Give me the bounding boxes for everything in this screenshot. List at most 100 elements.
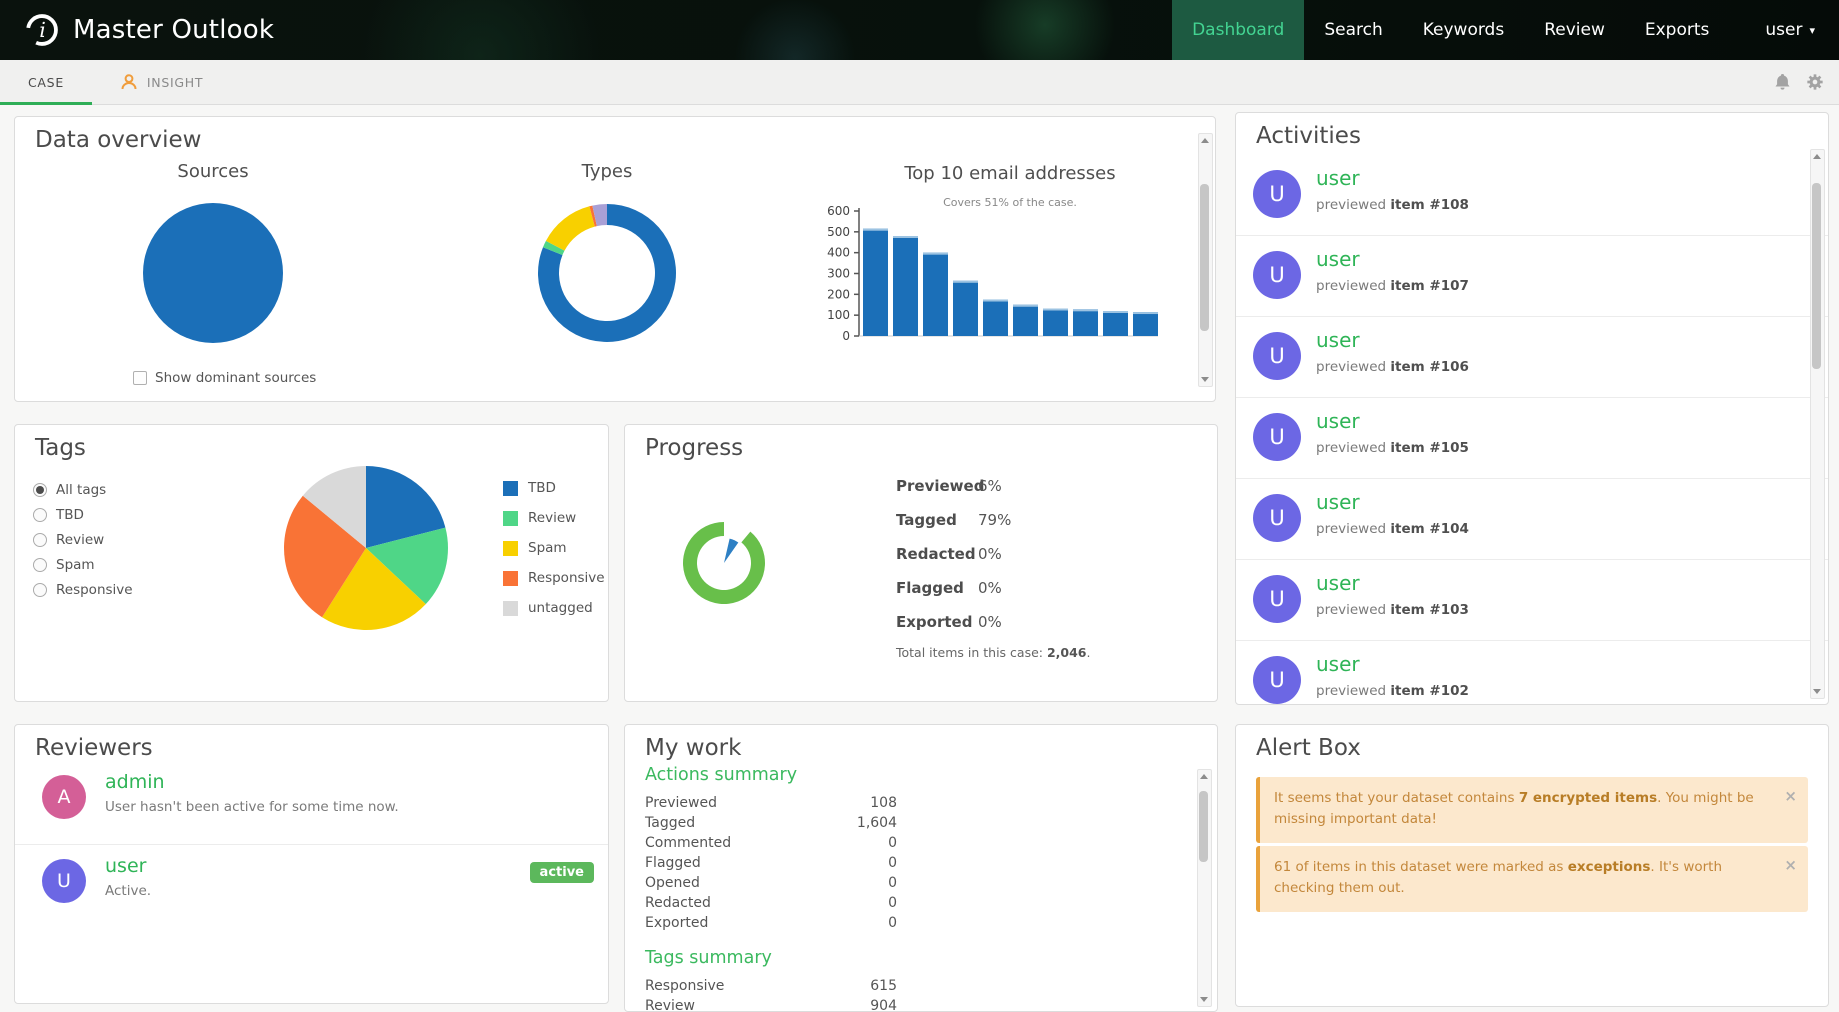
- summary-value: 0: [888, 913, 897, 933]
- summary-value: 904: [870, 996, 897, 1012]
- reviewer-list: A admin User hasn't been active for some…: [15, 761, 608, 928]
- summary-value: 615: [870, 976, 897, 996]
- scrollbar[interactable]: [1198, 133, 1213, 387]
- radio-input[interactable]: [33, 558, 47, 572]
- activity-user-link[interactable]: user: [1316, 247, 1360, 271]
- activity-target: item #108: [1390, 197, 1469, 213]
- scrollbar[interactable]: [1197, 769, 1212, 1007]
- stat-value: 79%: [978, 511, 1011, 529]
- nav-item[interactable]: Search: [1304, 0, 1402, 60]
- avatar: U: [1253, 494, 1301, 542]
- activity-row: U user previewed item #106: [1236, 317, 1828, 398]
- activity-description: previewed item #107: [1316, 278, 1469, 294]
- svg-text:200: 200: [827, 287, 850, 301]
- nav-item[interactable]: Keywords: [1403, 0, 1524, 60]
- tab-insight[interactable]: INSIGHT: [92, 60, 231, 104]
- activity-user-link[interactable]: user: [1316, 490, 1360, 514]
- activity-user-link[interactable]: user: [1316, 571, 1360, 595]
- summary-value: 0: [888, 873, 897, 893]
- tab-case[interactable]: CASE: [0, 60, 92, 104]
- radio-input[interactable]: [33, 583, 47, 597]
- reviewer-name-link[interactable]: user: [105, 855, 146, 877]
- legend-item: Spam: [503, 533, 605, 563]
- total-items-value: 2,046: [1047, 645, 1087, 660]
- activity-user-link[interactable]: user: [1316, 328, 1360, 352]
- nav-item[interactable]: Exports: [1625, 0, 1730, 60]
- summary-value: 0: [888, 853, 897, 873]
- scroll-down-button[interactable]: [1199, 373, 1210, 386]
- tag-filter-option: TBD: [33, 502, 133, 527]
- activity-user-link[interactable]: user: [1316, 409, 1360, 433]
- activity-description: previewed item #108: [1316, 197, 1469, 213]
- close-icon[interactable]: ×: [1784, 855, 1797, 876]
- nav-item-label: Exports: [1645, 20, 1710, 40]
- tags-summary-heading: Tags summary: [645, 948, 897, 968]
- tab-case-label: CASE: [28, 75, 64, 90]
- radio-input[interactable]: [33, 508, 47, 522]
- legend-item: Review: [503, 503, 605, 533]
- settings-icon[interactable]: [1806, 73, 1824, 91]
- total-items-suffix: .: [1087, 645, 1091, 660]
- radio-input[interactable]: [33, 483, 47, 497]
- top-emails-bar-chart: 0100200300400500600: [801, 195, 1181, 345]
- activity-description: previewed item #106: [1316, 359, 1469, 375]
- summary-row: Redacted 0: [645, 893, 897, 913]
- alert-message: 61 of items in this dataset were marked …: [1256, 846, 1808, 912]
- top-emails-chart-title: Top 10 email addresses: [805, 163, 1215, 184]
- tag-filter-radios: All tags TBD Review Spam Responsive: [33, 477, 133, 602]
- summary-label: Review: [645, 996, 695, 1012]
- scroll-up-button[interactable]: [1811, 150, 1822, 163]
- scroll-thumb[interactable]: [1812, 183, 1821, 369]
- legend-label: Spam: [528, 540, 567, 556]
- summary-row: Opened 0: [645, 873, 897, 893]
- summary-value: 1,604: [857, 813, 897, 833]
- app-title: Master Outlook: [73, 15, 274, 45]
- nav-item-label: Keywords: [1423, 20, 1504, 40]
- user-menu-label: user: [1765, 20, 1802, 40]
- avatar: A: [42, 775, 86, 819]
- nav-item-label: Review: [1544, 20, 1605, 40]
- user-menu[interactable]: user ▾: [1745, 0, 1839, 60]
- summary-row: Responsive 615: [645, 976, 897, 996]
- summary-row: Review 904: [645, 996, 897, 1012]
- close-icon[interactable]: ×: [1784, 786, 1797, 807]
- radio-label: Spam: [56, 557, 95, 573]
- reviewer-name-link[interactable]: admin: [105, 771, 165, 793]
- scroll-thumb[interactable]: [1200, 184, 1209, 330]
- show-dominant-sources-checkbox[interactable]: [133, 371, 147, 385]
- brand[interactable]: i Master Outlook: [0, 0, 274, 60]
- activity-list: U user previewed item #108 U user previe…: [1236, 155, 1828, 705]
- alert-message: It seems that your dataset contains 7 en…: [1256, 777, 1808, 843]
- radio-input[interactable]: [33, 533, 47, 547]
- legend-swatch: [503, 511, 518, 526]
- avatar: U: [1253, 170, 1301, 218]
- panel-title: Activities: [1256, 123, 1361, 149]
- panel-title: Alert Box: [1256, 735, 1361, 761]
- activity-user-link[interactable]: user: [1316, 652, 1360, 676]
- summary-row: Commented 0: [645, 833, 897, 853]
- nav-item[interactable]: Dashboard: [1172, 0, 1304, 60]
- tag-filter-option: Spam: [33, 552, 133, 577]
- activity-user-link[interactable]: user: [1316, 166, 1360, 190]
- stat-value: 0%: [978, 579, 1002, 597]
- summary-row: Tagged 1,604: [645, 813, 897, 833]
- my-work-panel: My work Actions summary Previewed 108 Ta…: [624, 724, 1218, 1012]
- scroll-up-button[interactable]: [1198, 770, 1209, 783]
- scroll-down-button[interactable]: [1198, 993, 1209, 1006]
- legend-swatch: [503, 481, 518, 496]
- summary-row: Flagged 0: [645, 853, 897, 873]
- activity-action: previewed: [1316, 359, 1390, 375]
- scrollbar[interactable]: [1810, 149, 1825, 699]
- summary-value: 0: [888, 893, 897, 913]
- summary-row: Exported 0: [645, 913, 897, 933]
- scroll-thumb[interactable]: [1199, 791, 1208, 862]
- legend-item: untagged: [503, 593, 605, 623]
- nav-item[interactable]: Review: [1524, 0, 1625, 60]
- stat-label: Redacted: [896, 545, 978, 563]
- progress-gauge-chart: [674, 513, 774, 613]
- scroll-down-button[interactable]: [1811, 685, 1822, 698]
- scroll-up-button[interactable]: [1199, 134, 1210, 147]
- top-navbar: i Master Outlook Dashboard Search Keywor…: [0, 0, 1839, 60]
- notifications-icon[interactable]: [1774, 73, 1791, 91]
- summary-label: Responsive: [645, 976, 724, 996]
